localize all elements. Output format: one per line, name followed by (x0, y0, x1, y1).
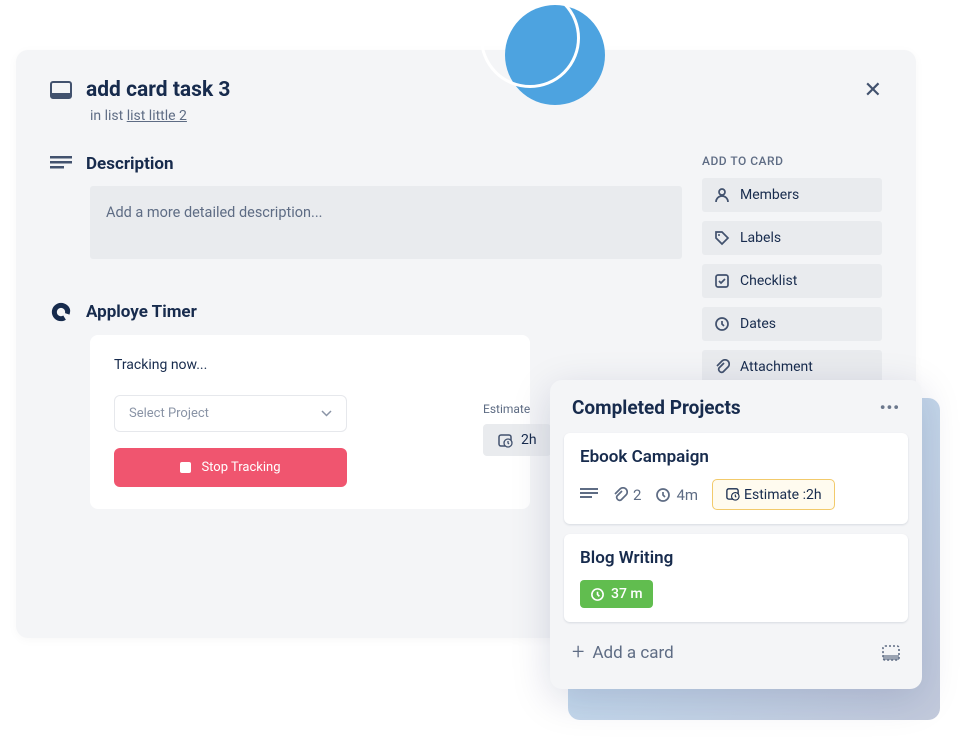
description-icon (50, 156, 72, 172)
tracked-value: 4m (676, 486, 698, 504)
card-title[interactable]: add card task 3 (86, 78, 230, 102)
project-select-placeholder: Select Project (129, 406, 209, 421)
card-title: Ebook Campaign (580, 447, 892, 467)
trello-card[interactable]: Ebook Campaign 2 4m Estimate :2h (564, 433, 908, 524)
estimate-badge: Estimate :2h (712, 479, 835, 510)
estimate-label: Estimate (483, 402, 551, 416)
estimate-value-pill[interactable]: 2h (483, 424, 551, 456)
chevron-down-icon (321, 410, 332, 417)
template-icon[interactable] (882, 645, 900, 661)
card-title: Blog Writing (580, 548, 892, 568)
sidebar-checklist[interactable]: Checklist (702, 264, 882, 298)
sidebar-attachment[interactable]: Attachment (702, 350, 882, 384)
trello-column: Completed Projects ••• Ebook Campaign 2 … (550, 380, 922, 689)
column-menu[interactable]: ••• (880, 398, 900, 417)
plus-icon: + (572, 640, 584, 665)
column-title[interactable]: Completed Projects (572, 396, 741, 419)
attachment-badge: 2 (612, 486, 641, 504)
calendar-clock-icon (497, 432, 513, 448)
sublist-prefix: in list (90, 108, 127, 124)
labels-icon (714, 230, 730, 246)
description-badge (580, 488, 598, 502)
stop-icon (180, 462, 191, 473)
estimate-value: 2h (521, 432, 537, 448)
list-link[interactable]: list little 2 (127, 108, 187, 124)
apploye-header: Apploye Timer (50, 301, 682, 323)
apploye-icon (50, 301, 72, 323)
description-input[interactable]: Add a more detailed description... (90, 186, 682, 259)
close-button[interactable]: ✕ (864, 78, 882, 103)
estimate-text: Estimate :2h (744, 487, 822, 503)
project-select[interactable]: Select Project (114, 395, 347, 432)
tracking-label: Tracking now... (114, 357, 506, 373)
apploye-title: Apploye Timer (86, 302, 197, 322)
card-list-location: in list list little 2 (90, 108, 882, 124)
checklist-icon (714, 273, 730, 289)
sidebar-heading: ADD TO CARD (702, 154, 882, 168)
sidebar-item-label: Dates (740, 316, 776, 332)
stop-tracking-label: Stop Tracking (201, 460, 280, 475)
description-header: Description (50, 154, 682, 174)
card-header: add card task 3 (50, 78, 882, 102)
tracked-value: 37 m (611, 586, 643, 602)
estimate-block: Estimate 2h (483, 402, 551, 456)
trello-card[interactable]: Blog Writing 37 m (564, 534, 908, 622)
sidebar-members[interactable]: Members (702, 178, 882, 212)
sidebar-item-label: Labels (740, 230, 781, 246)
sidebar-item-label: Checklist (740, 273, 797, 289)
attachment-count: 2 (633, 486, 641, 504)
tracked-badge: 4m (655, 486, 698, 504)
timer-panel: Tracking now... Select Project Stop Trac… (90, 335, 530, 509)
tracked-time-badge: 37 m (580, 580, 653, 608)
add-card-label: Add a card (592, 643, 673, 663)
card-icon (50, 81, 72, 99)
sidebar-item-label: Members (740, 187, 799, 203)
sidebar-labels[interactable]: Labels (702, 221, 882, 255)
sidebar-dates[interactable]: Dates (702, 307, 882, 341)
description-title: Description (86, 154, 173, 174)
sidebar-item-label: Attachment (740, 359, 813, 375)
add-card-button[interactable]: + Add a card (572, 640, 674, 665)
attachment-icon (714, 359, 730, 375)
members-icon (714, 187, 730, 203)
dates-icon (714, 316, 730, 332)
stop-tracking-button[interactable]: Stop Tracking (114, 448, 347, 487)
